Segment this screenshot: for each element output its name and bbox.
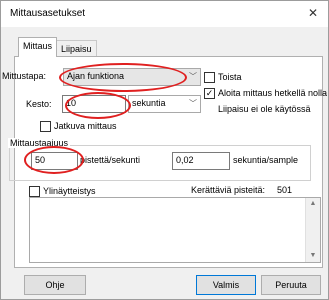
dialog-window: Mittausasetukset ✕ Mittaus Liipaisu Mitt… [0,0,329,300]
interval-input[interactable]: 0,02 [172,152,230,170]
info-textarea[interactable]: ▲ ▼ [29,197,321,263]
collected-points-label: Kerättäviä pisteitä: [191,185,266,195]
tab-liipaisu[interactable]: Liipaisu [56,40,97,57]
repeat-checkbox[interactable] [204,72,215,83]
window-title: Mittausasetukset [10,8,86,19]
duration-unit-select[interactable]: sekuntia ﹀ [128,95,201,113]
scrollbar[interactable]: ▲ ▼ [305,198,320,262]
interval-unit: sekuntia/sample [233,155,299,165]
collected-points-value: 501 [277,185,293,195]
ok-button[interactable]: Valmis [196,275,256,295]
duration-value: 10 [66,98,77,108]
mode-value: Ajan funktiona [67,71,125,81]
mode-select[interactable]: Ajan funktiona ﹀ [63,68,201,86]
help-button[interactable]: Ohje [24,275,86,295]
scroll-up-icon[interactable]: ▲ [306,198,320,210]
scroll-down-icon[interactable]: ▼ [306,250,320,262]
mode-label: Mittustapa: [2,71,47,81]
interval-value: 0,02 [176,155,194,165]
continuous-label: Jatkuva mittaus [54,121,117,131]
rate-unit: pistettä/sekunti [80,155,141,165]
duration-label: Kesto: [26,99,52,109]
frequency-group-label: Mittaustaajuus [8,138,71,148]
tab-mittaus[interactable]: Mittaus [18,37,58,57]
repeat-label: Toista [218,72,242,82]
duration-input[interactable]: 10 [62,95,126,113]
tab-panel: Mittustapa: Ajan funktiona ﹀ Toista ✓ Al… [2,56,327,268]
start-at-zero-label: Aloita mittaus hetkellä nolla [218,88,328,98]
rate-input[interactable]: 50 [31,152,78,170]
title-bar: Mittausasetukset ✕ [1,1,328,27]
cancel-button[interactable]: Peruuta [261,275,321,295]
continuous-checkbox[interactable] [40,121,51,132]
close-icon[interactable]: ✕ [302,3,324,23]
duration-unit-value: sekuntia [132,98,166,108]
oversampling-checkbox[interactable] [29,186,40,197]
start-at-zero-checkbox[interactable]: ✓ [204,88,215,99]
chevron-down-icon: ﹀ [189,99,197,108]
rate-value: 50 [35,155,46,165]
trigger-info: Liipaisu ei ole käytössä [218,104,311,114]
oversampling-label: Ylinäytteistys [43,186,96,196]
chevron-down-icon: ﹀ [189,72,197,81]
